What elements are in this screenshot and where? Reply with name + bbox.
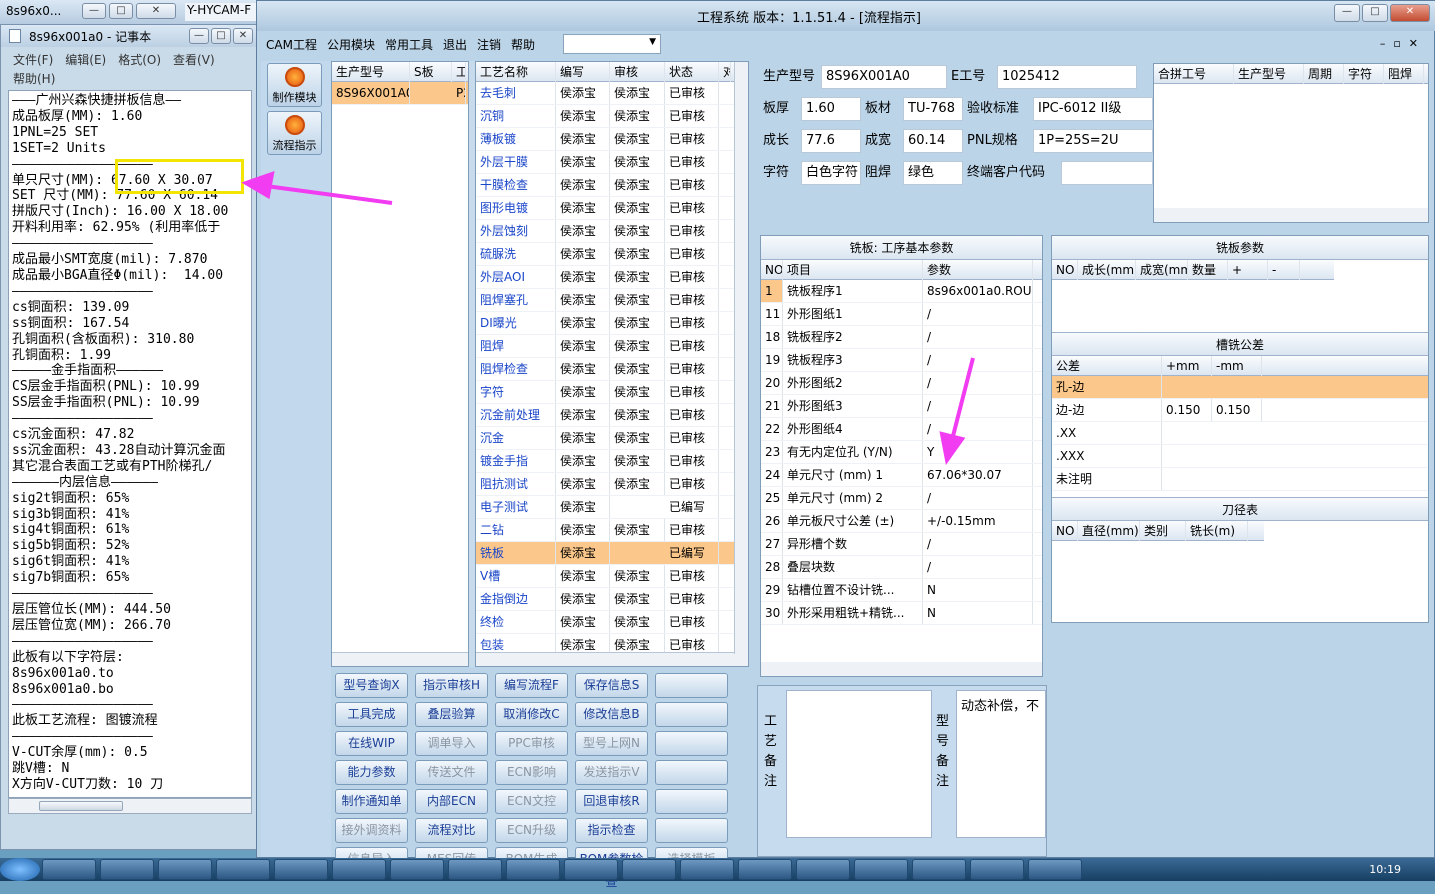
taskbar-item-9[interactable] [506, 859, 560, 880]
taskbar-item-14[interactable] [796, 859, 850, 880]
taskbar-item-12[interactable] [680, 859, 734, 880]
taskbar-item-6[interactable] [332, 859, 386, 880]
taskbar-item-11[interactable] [622, 859, 676, 880]
taskbar-item-7[interactable] [390, 859, 444, 880]
taskbar-item-1[interactable] [42, 859, 96, 880]
clock[interactable]: 10:19 [1369, 863, 1401, 876]
taskbar-item-3[interactable] [158, 859, 212, 880]
taskbar: 10:19 [0, 858, 1435, 881]
annotation-arrows [241, 170, 975, 465]
taskbar-item-17[interactable] [970, 859, 1024, 880]
taskbar-item-5[interactable] [274, 859, 328, 880]
taskbar-item-8[interactable] [448, 859, 502, 880]
taskbar-item-4[interactable] [216, 859, 270, 880]
taskbar-item-16[interactable] [912, 859, 966, 880]
taskbar-item-18[interactable] [1028, 859, 1082, 880]
taskbar-item-10[interactable] [564, 859, 618, 880]
start-button[interactable] [0, 858, 40, 881]
arrow-down [939, 357, 975, 465]
arrow-left [241, 170, 393, 205]
taskbar-item-2[interactable] [100, 859, 154, 880]
taskbar-item-15[interactable] [854, 859, 908, 880]
taskbar-item-13[interactable] [738, 859, 792, 880]
